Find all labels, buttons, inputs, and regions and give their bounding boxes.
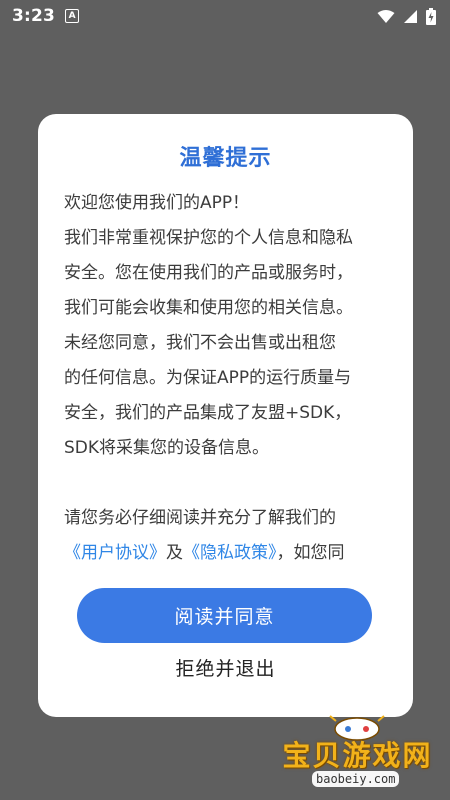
connector-text: 及: [166, 543, 183, 563]
agree-button[interactable]: 阅读并同意: [77, 588, 372, 643]
body-line: 未经您同意，我们不会出售或出租您: [64, 333, 336, 353]
signal-icon: [404, 9, 417, 23]
privacy-dialog: 温馨提示 欢迎您使用我们的APP！ 我们非常重视保护您的个人信息和隐私 安全。您…: [38, 114, 413, 717]
wifi-icon: [377, 9, 395, 23]
body-line: 欢迎您使用我们的APP！: [64, 193, 250, 213]
status-time: 3:23: [12, 6, 56, 26]
body-line: 安全。您在使用我们的产品或服务时，: [64, 263, 353, 283]
status-bar: 3:23 A: [0, 0, 450, 32]
watermark-name: 宝贝游戏网: [282, 739, 433, 772]
body-line: 的任何信息。为保证APP的运行质量与: [64, 368, 352, 388]
watermark-url: baobeiy.com: [312, 771, 400, 787]
body-line: SDK将采集您的设备信息。: [64, 438, 270, 458]
status-right: [377, 7, 436, 25]
battery-icon: [426, 7, 436, 25]
body-line: 我们可能会收集和使用您的相关信息。: [64, 298, 353, 318]
decline-button[interactable]: 拒绝并退出: [38, 654, 413, 681]
watermark: 宝贝游戏网 baobeiy.com: [270, 712, 445, 797]
links-line: 《用户协议》及《隐私政策》，如您同: [64, 536, 394, 571]
body-line: 安全，我们的产品集成了友盟+SDK，: [64, 403, 352, 423]
dialog-title: 温馨提示: [179, 146, 272, 171]
body-line: 请您务必仔细阅读并充分了解我们的: [64, 508, 336, 528]
notification-icon: A: [65, 9, 80, 23]
user-agreement-link[interactable]: 《用户协议》: [64, 543, 166, 563]
trailing-text: ，如您同: [276, 543, 345, 563]
body-line: 我们非常重视保护您的个人信息和隐私: [64, 228, 353, 248]
privacy-policy-link[interactable]: 《隐私政策》: [183, 543, 277, 563]
status-left: 3:23 A: [12, 6, 80, 26]
